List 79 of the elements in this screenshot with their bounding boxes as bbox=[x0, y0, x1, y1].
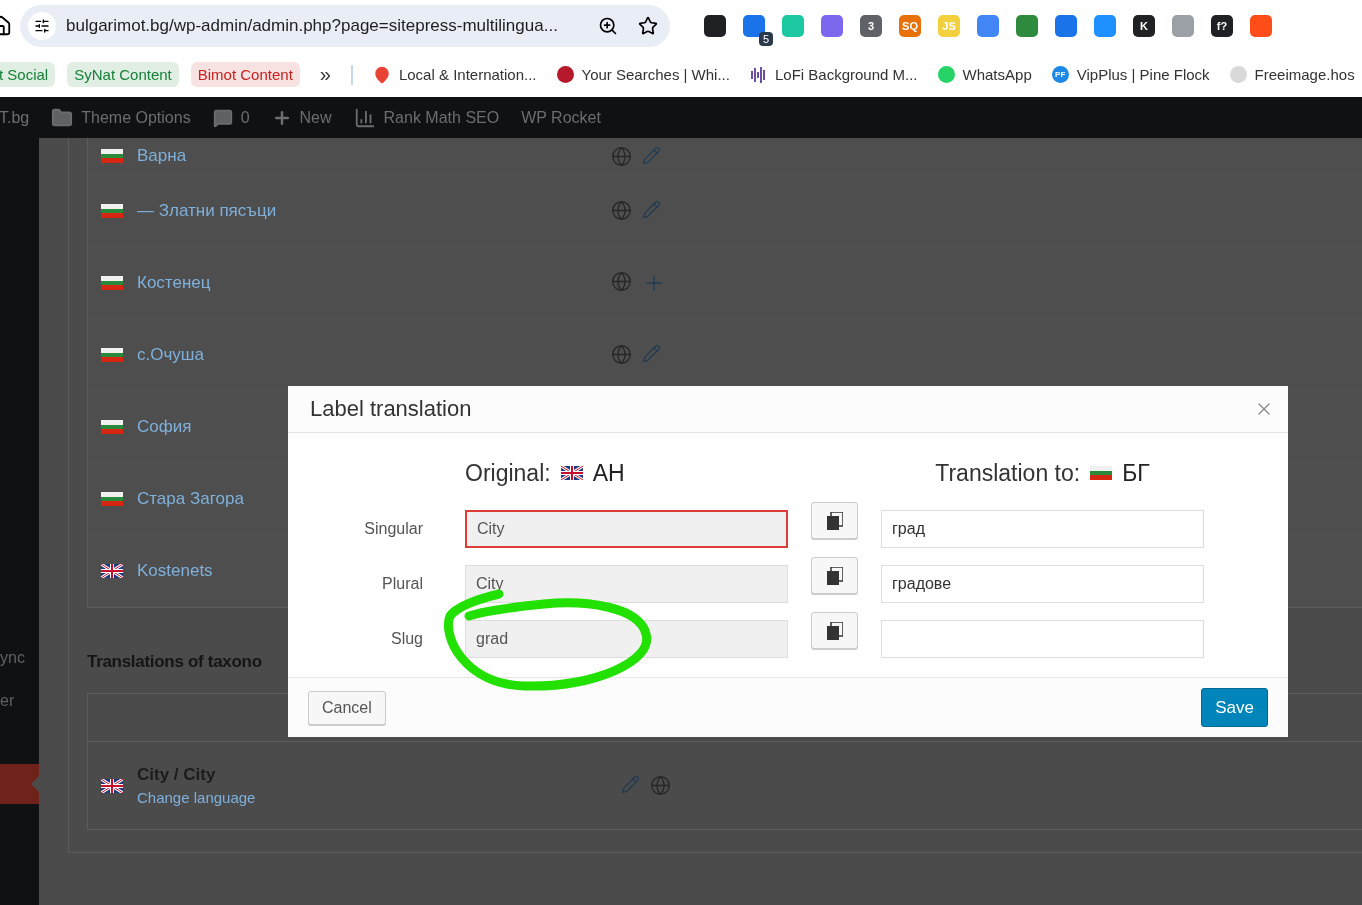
bulgaria-flag-icon bbox=[101, 491, 123, 506]
field-label: Singular bbox=[363, 520, 424, 538]
field-label: Slug bbox=[389, 630, 424, 648]
admin-bar-link[interactable]: Theme Options bbox=[81, 108, 191, 127]
bookmark-link[interactable]: Freeimage.hos bbox=[1254, 66, 1355, 83]
column-heading: Translation to: bbox=[935, 459, 1081, 487]
bulgaria-flag-icon bbox=[101, 149, 123, 163]
bookmark-chip[interactable]: Bimot Content bbox=[190, 62, 300, 87]
bulgaria-flag-icon bbox=[101, 275, 123, 290]
sidebar-item[interactable]: er bbox=[0, 681, 39, 721]
globe-icon[interactable] bbox=[650, 775, 671, 796]
admin-bar-link[interactable]: 0 bbox=[240, 108, 250, 127]
translation-field[interactable] bbox=[881, 620, 1204, 658]
logo-icon: PF bbox=[1051, 66, 1069, 83]
dialog-title: Label translation bbox=[310, 396, 472, 422]
uk-flag-icon bbox=[101, 563, 123, 578]
bookmark-chip[interactable]: t Social bbox=[0, 62, 56, 87]
admin-bar-link[interactable]: WP Rocket bbox=[521, 108, 601, 127]
globe-icon[interactable] bbox=[611, 270, 632, 292]
change-language-link[interactable]: Change language bbox=[137, 789, 621, 806]
copy-icon bbox=[826, 621, 843, 640]
sound-bars-icon bbox=[749, 65, 767, 84]
extension-icon[interactable]: f? bbox=[1211, 15, 1233, 37]
extension-icon[interactable]: 3 bbox=[860, 15, 882, 37]
bulgaria-flag-icon bbox=[1090, 466, 1113, 480]
url-text: bulgarimot.bg/wp-admin/admin.php?page=sitepress-multilingua... bbox=[66, 16, 559, 36]
bulgaria-flag-icon bbox=[101, 419, 123, 434]
admin-bar-link[interactable]: T.bg bbox=[0, 108, 30, 127]
copy-icon bbox=[826, 511, 843, 530]
original-field[interactable]: City bbox=[465, 565, 788, 603]
bulgaria-flag-icon bbox=[101, 203, 123, 218]
term-name[interactable]: с.Очуша bbox=[137, 344, 611, 365]
copy-button[interactable] bbox=[811, 557, 858, 594]
bookmark-link[interactable]: VipPlus | Pine Flock bbox=[1076, 66, 1210, 83]
extension-icon[interactable] bbox=[704, 15, 726, 37]
circle-icon bbox=[1229, 66, 1247, 83]
term-name[interactable]: Варна bbox=[137, 146, 611, 166]
bookmark-link[interactable]: Your Searches | Whi... bbox=[581, 66, 730, 83]
admin-bar-link[interactable]: New bbox=[299, 108, 332, 127]
column-heading: Original: bbox=[465, 459, 551, 487]
address-bar[interactable]: bulgarimot.bg/wp-admin/admin.php?page=sitepress-multilingua... bbox=[20, 5, 670, 47]
extension-icon[interactable]: K bbox=[1133, 15, 1155, 37]
comment-icon bbox=[212, 107, 233, 128]
count-badge: 5 bbox=[758, 32, 773, 46]
bookmark-link[interactable]: Local & Internation... bbox=[398, 66, 537, 83]
original-field[interactable]: City bbox=[465, 510, 788, 548]
language-code: БГ bbox=[1122, 459, 1150, 487]
save-button[interactable]: Save bbox=[1201, 688, 1268, 727]
uk-flag-icon bbox=[101, 778, 123, 793]
translation-field[interactable]: град bbox=[881, 510, 1204, 548]
bookmark-link[interactable]: WhatsApp bbox=[962, 66, 1032, 83]
term-name[interactable]: — Златни пясъци bbox=[137, 200, 611, 221]
star-icon[interactable] bbox=[638, 16, 658, 36]
copy-button[interactable] bbox=[811, 612, 858, 649]
folder-icon bbox=[51, 106, 74, 129]
globe-icon[interactable] bbox=[611, 145, 632, 167]
globe-icon[interactable] bbox=[611, 344, 632, 365]
sidebar-item[interactable]: ync bbox=[0, 638, 39, 678]
zoom-icon[interactable] bbox=[598, 16, 618, 36]
translation-field[interactable]: градове bbox=[881, 565, 1204, 603]
chart-icon bbox=[353, 106, 376, 129]
admin-bar-link[interactable]: Rank Math SEO bbox=[383, 108, 500, 127]
extension-icon[interactable]: SQ bbox=[899, 15, 921, 37]
language-code: АН bbox=[592, 459, 625, 487]
uk-flag-icon bbox=[560, 466, 583, 480]
original-field[interactable]: grad bbox=[465, 620, 788, 658]
copy-icon bbox=[826, 566, 843, 585]
bookmark-link[interactable]: LoFi Background M... bbox=[774, 66, 918, 83]
field-label: Plural bbox=[381, 575, 424, 593]
globe-icon[interactable] bbox=[611, 200, 632, 221]
more-bookmarks-button[interactable]: » bbox=[311, 63, 339, 86]
term-name[interactable]: Костенец bbox=[137, 272, 611, 293]
map-pin-icon bbox=[372, 65, 391, 84]
bookmark-chip[interactable]: SyNat Content bbox=[67, 62, 179, 87]
site-info-icon[interactable] bbox=[28, 12, 56, 40]
cancel-button[interactable]: Cancel bbox=[308, 690, 386, 725]
extension-icon[interactable] bbox=[743, 15, 765, 37]
bulgaria-flag-icon bbox=[101, 347, 123, 362]
copy-button[interactable] bbox=[811, 502, 858, 539]
